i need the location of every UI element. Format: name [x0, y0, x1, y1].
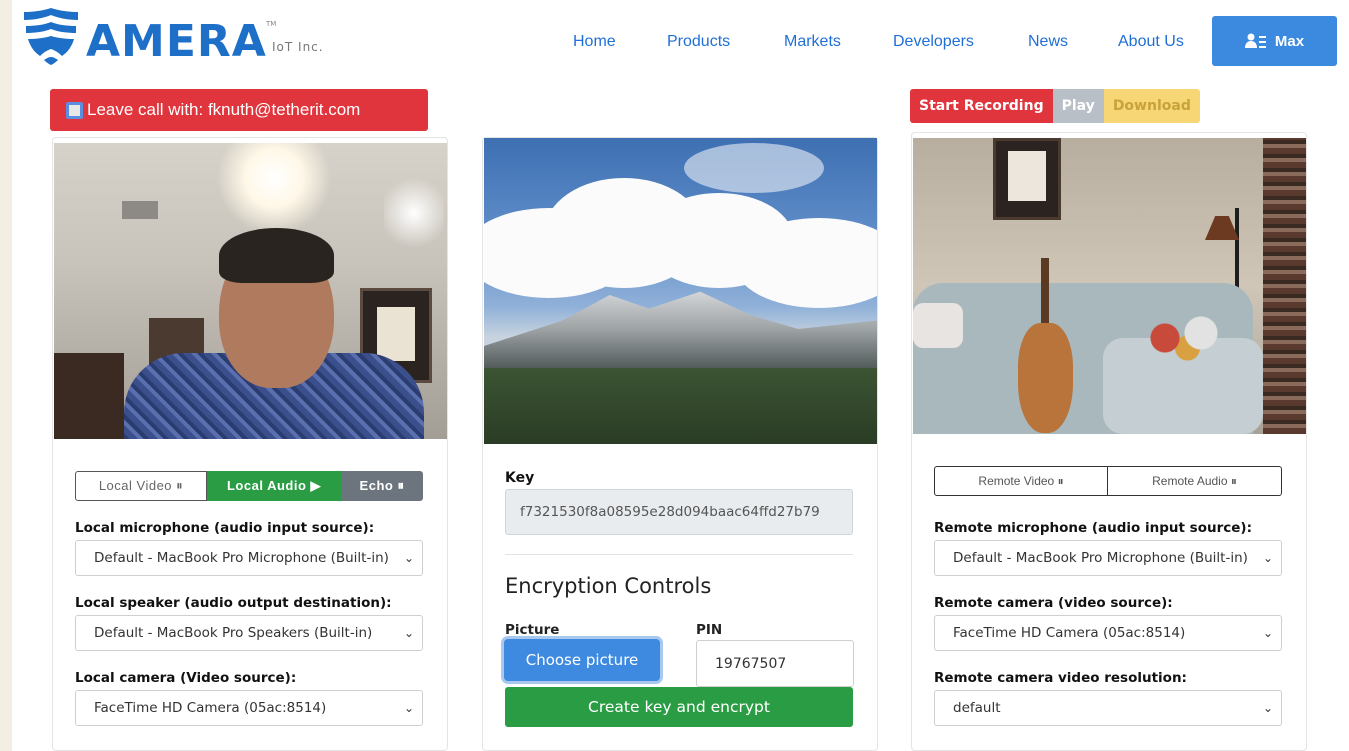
chevron-down-icon: ⌄	[403, 701, 415, 715]
start-recording-button[interactable]: Start Recording	[910, 89, 1053, 123]
remote-camera-label: Remote camera (video source):	[934, 595, 1173, 611]
page: AMERA TM IoT Inc. Home Products Markets …	[0, 0, 1349, 751]
play-button[interactable]: Play	[1052, 89, 1104, 123]
user-list-icon	[1244, 33, 1266, 48]
nav-products[interactable]: Products	[667, 33, 730, 51]
remote-resolution-select[interactable]: default ⌄	[934, 690, 1282, 726]
encryption-controls-title: Encryption Controls	[505, 574, 712, 598]
local-camera-value: FaceTime HD Camera (05ac:8514)	[94, 700, 327, 716]
picture-label: Picture	[505, 622, 560, 638]
local-mic-value: Default - MacBook Pro Microphone (Built-…	[94, 550, 389, 566]
chevron-down-icon: ⌄	[403, 551, 415, 565]
remote-resolution-label: Remote camera video resolution:	[934, 670, 1187, 686]
remote-camera-value: FaceTime HD Camera (05ac:8514)	[953, 625, 1186, 641]
recording-controls: Start Recording Play Download	[910, 89, 1200, 123]
local-camera-select[interactable]: FaceTime HD Camera (05ac:8514) ⌄	[75, 690, 423, 726]
local-speaker-select[interactable]: Default - MacBook Pro Speakers (Built-in…	[75, 615, 423, 651]
echo-toggle[interactable]: Echo ⏸	[341, 471, 423, 501]
key-label: Key	[505, 470, 535, 486]
remote-panel: Remote Video ⏸ Remote Audio ⏸ Remote mic…	[911, 132, 1307, 751]
local-panel: Local Video ⏸ Local Audio ▶ Echo ⏸ Local…	[52, 137, 448, 751]
pin-field[interactable]: 19767507	[696, 640, 854, 687]
divider	[505, 554, 853, 555]
local-video	[54, 143, 447, 439]
key-field[interactable]: f7321530f8a08595e28d094baac64ffd27b79	[505, 489, 853, 535]
remote-mic-label: Remote microphone (audio input source):	[934, 520, 1252, 536]
amera-logo[interactable]: AMERA TM IoT Inc.	[20, 6, 350, 68]
leave-call-label: Leave call with: fknuth@tetherit.com	[87, 100, 361, 119]
nav-developers[interactable]: Developers	[893, 33, 974, 51]
local-camera-label: Local camera (Video source):	[75, 670, 297, 686]
local-speaker-label: Local speaker (audio output destination)…	[75, 595, 392, 611]
chevron-down-icon: ⌄	[403, 626, 415, 640]
local-mic-select[interactable]: Default - MacBook Pro Microphone (Built-…	[75, 540, 423, 576]
stop-square-icon	[66, 101, 83, 119]
remote-mic-value: Default - MacBook Pro Microphone (Built-…	[953, 550, 1248, 566]
local-video-toggle[interactable]: Local Video ⏸	[75, 471, 207, 501]
local-media-toggles: Local Video ⏸ Local Audio ▶ Echo ⏸	[75, 471, 423, 501]
nav-markets[interactable]: Markets	[784, 33, 841, 51]
local-speaker-value: Default - MacBook Pro Speakers (Built-in…	[94, 625, 373, 641]
chevron-down-icon: ⌄	[1262, 551, 1274, 565]
download-button[interactable]: Download	[1103, 89, 1200, 123]
brand-subtitle: IoT Inc.	[272, 40, 324, 54]
chevron-down-icon: ⌄	[1262, 626, 1274, 640]
create-key-and-encrypt-button[interactable]: Create key and encrypt	[505, 687, 853, 727]
remote-video	[913, 138, 1306, 434]
brand-name: AMERA	[86, 16, 267, 67]
pin-label: PIN	[696, 622, 723, 638]
choose-picture-button[interactable]: Choose picture	[504, 639, 660, 681]
local-audio-toggle[interactable]: Local Audio ▶	[207, 471, 341, 501]
encryption-panel: Key f7321530f8a08595e28d094baac64ffd27b7…	[482, 137, 878, 751]
remote-video-toggle[interactable]: Remote Video ⏸	[934, 466, 1108, 496]
remote-camera-select[interactable]: FaceTime HD Camera (05ac:8514) ⌄	[934, 615, 1282, 651]
remote-mic-select[interactable]: Default - MacBook Pro Microphone (Built-…	[934, 540, 1282, 576]
remote-resolution-value: default	[953, 700, 1001, 716]
remote-audio-toggle[interactable]: Remote Audio ⏸	[1108, 466, 1282, 496]
user-name: Max	[1274, 32, 1305, 50]
nav-news[interactable]: News	[1028, 33, 1068, 51]
user-menu-button[interactable]: Max	[1212, 16, 1337, 66]
local-mic-label: Local microphone (audio input source):	[75, 520, 375, 536]
nav-home[interactable]: Home	[573, 33, 616, 51]
chevron-down-icon: ⌄	[1262, 701, 1274, 715]
nav-about-us[interactable]: About Us	[1118, 33, 1184, 51]
brand-trademark: TM	[266, 20, 277, 28]
leave-call-button[interactable]: Leave call with: fknuth@tetherit.com	[50, 89, 428, 131]
remote-media-toggles: Remote Video ⏸ Remote Audio ⏸	[934, 466, 1282, 496]
shield-logo-icon	[24, 8, 78, 65]
encryption-picture-preview	[484, 138, 877, 444]
